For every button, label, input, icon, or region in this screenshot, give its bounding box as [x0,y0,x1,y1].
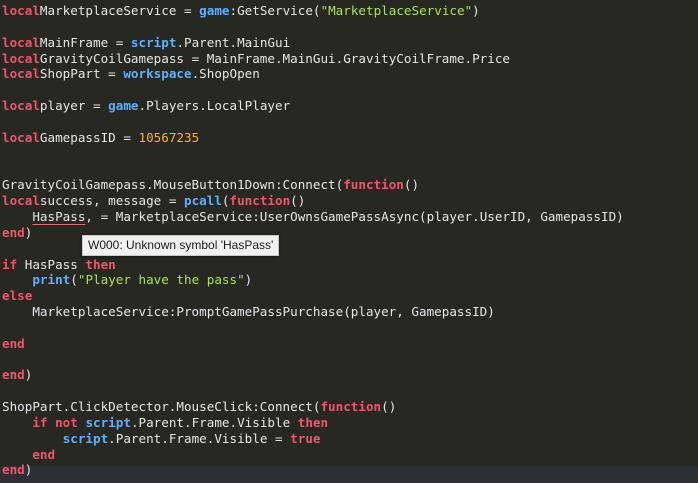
code-line[interactable]: else [2,288,624,304]
code-line[interactable]: GravityCoilGamepass.MouseButton1Down:Con… [2,177,624,193]
keyword-token: local [2,3,40,18]
code-token: MarketplaceService = [39,3,200,18]
code-line[interactable]: end [2,447,624,463]
keyword-token: end [2,462,25,478]
keyword-token: local [2,98,40,114]
keyword-token: local [2,193,40,209]
builtin-token: script [85,414,131,430]
code-token: () [381,399,397,415]
code-line[interactable]: end [2,336,624,352]
code-token: () [290,193,306,209]
code-token: HasPass [17,256,86,272]
code-token: :GetService( [229,3,321,18]
code-token: ShopPart = [39,66,124,82]
code-line[interactable] [2,161,624,177]
builtin-token: script [62,430,109,446]
warning-symbol: HasPass [32,208,86,224]
code-token: ) [244,272,253,288]
builtin-token: workspace [123,66,192,82]
code-line[interactable]: localShopPart = workspace.ShopOpen [2,66,624,82]
string-token: "MarketplaceService" [320,3,473,18]
code-line[interactable] [2,352,624,368]
code-line[interactable]: if HasPass then [2,257,624,273]
keyword-token: if not [32,414,78,430]
warning-tooltip-text: W000: Unknown symbol 'HasPass' [88,238,274,252]
code-line[interactable]: MarketplaceService:PromptGamePassPurchas… [2,304,624,320]
code-token: MainFrame = [39,34,131,50]
keyword-token: local [2,34,40,50]
code-token: .Parent.Frame.Visible = [108,430,291,446]
builtin-token: print [32,272,71,288]
code-line[interactable] [2,19,624,35]
code-token: ( [221,193,230,209]
code-token: MarketplaceService:PromptGamePassPurchas… [2,304,495,320]
code-line[interactable] [2,82,624,98]
number-token: 10567235 [138,129,200,145]
warning-tooltip: W000: Unknown symbol 'HasPass' [82,235,280,256]
keyword-token: else [2,288,33,304]
code-line[interactable] [2,114,624,130]
code-line[interactable]: localsuccess, message = pcall(function() [2,193,624,209]
code-token: GamepassID = [39,129,139,145]
keyword-token: then [297,414,329,430]
code-line[interactable] [2,320,624,336]
keyword-token: function [229,193,291,209]
code-token: GravityCoilGamepass = MainFrame.MainGui.… [39,50,511,66]
keyword-token: local [2,129,40,145]
keyword-token: end [2,367,25,383]
keyword-token: end [2,335,25,351]
code-token: ) [472,3,480,18]
code-token: .Parent.Frame.Visible [130,414,298,430]
code-token: player = [39,98,109,114]
code-line[interactable]: end) [2,367,624,383]
string-token: "Player have the pass" [77,272,245,288]
keyword-token: local [2,50,40,66]
code-line[interactable]: print("Player have the pass") [2,272,624,288]
code-token: ) [24,367,33,383]
code-line[interactable]: ShopPart.ClickDetector.MouseClick:Connec… [2,399,624,415]
code-token: success, message = [39,193,184,209]
builtin-token: game [108,98,139,114]
keyword-token: end [2,224,25,240]
code-token: ) [24,224,33,240]
keyword-token: end [32,446,56,462]
code-line[interactable]: localGamepassID = 10567235 [2,130,624,146]
code-line[interactable] [2,383,624,399]
code-token: () [403,177,420,193]
code-token: , = MarketplaceService:UserOwnsGamePassA… [85,208,624,224]
keyword-token: true [290,430,321,446]
code-token: ShopPart.ClickDetector.MouseClick:Connec… [2,399,321,415]
code-line[interactable]: end) [2,462,624,478]
code-line[interactable]: localMarketplaceService = game:GetServic… [2,3,624,19]
code-line[interactable]: localMainFrame = script.Parent.MainGui [2,35,624,51]
code-token: .Parent.MainGui [176,34,291,50]
keyword-token: if [2,256,18,272]
builtin-token: script [130,34,177,50]
code-line[interactable]: script.Parent.Frame.Visible = true [2,431,624,447]
code-token: GravityCoilGamepass.MouseButton1Down:Con… [2,177,344,193]
code-token: ) [24,462,33,478]
code-line[interactable]: localplayer = game.Players.LocalPlayer [2,98,624,114]
keyword-token: then [85,256,116,272]
code-line[interactable]: localGravityCoilGamepass = MainFrame.Mai… [2,51,624,67]
keyword-token: local [2,66,40,82]
script-editor[interactable]: localMarketplaceService = game:GetServic… [0,0,698,483]
code-line[interactable]: if not script.Parent.Frame.Visible then [2,415,624,431]
keyword-token: function [343,177,404,193]
builtin-token: pcall [183,193,222,209]
code-token: .Players.LocalPlayer [138,98,291,114]
builtin-token: game [199,3,230,18]
code-line[interactable]: HasPass, = MarketplaceService:UserOwnsGa… [2,208,624,225]
keyword-token: function [320,399,382,415]
code-line[interactable] [2,146,624,162]
code-token: ( [70,272,78,288]
code-token: .ShopOpen [191,66,260,82]
